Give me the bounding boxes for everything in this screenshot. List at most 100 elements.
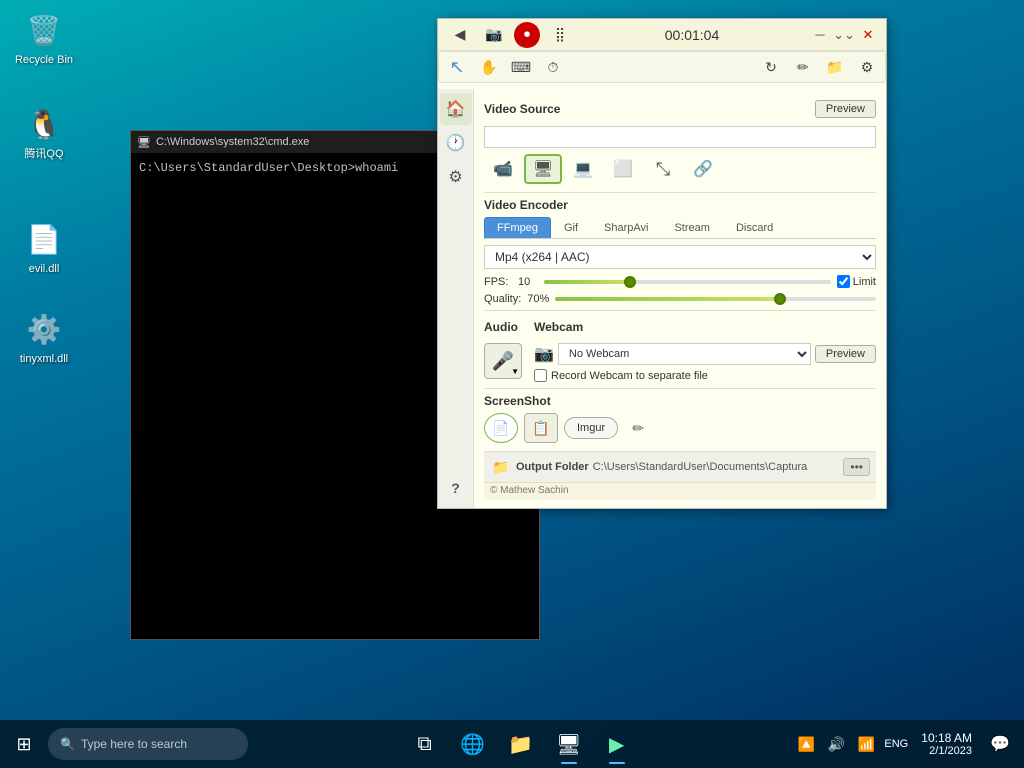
- back-btn[interactable]: ◀: [446, 22, 474, 48]
- quality-slider-row: Quality: 70%: [484, 293, 876, 305]
- pencil-btn[interactable]: ✏: [624, 414, 652, 442]
- captura-taskbar-btn[interactable]: ▶: [595, 722, 639, 766]
- evil-dll-icon[interactable]: 📄 evil.dll: [4, 215, 84, 280]
- screenshot-doc-btn[interactable]: 📄: [484, 413, 518, 443]
- clock-date: 2/1/2023: [921, 745, 972, 757]
- codec-dropdown[interactable]: Mp4 (x264 | AAC): [484, 245, 876, 269]
- screenshot-toolbar-btn[interactable]: 📷: [480, 22, 508, 48]
- output-folder-row: 📁 Output Folder C:\Users\StandardUser\Do…: [484, 451, 876, 482]
- source-input[interactable]: Full Screen: [484, 126, 876, 148]
- settings-toolbar-btn[interactable]: ⣿: [546, 22, 574, 48]
- quality-slider-fill: [555, 297, 779, 301]
- keyboard-btn[interactable]: ⌨: [507, 54, 535, 80]
- limit-label: Limit: [853, 276, 876, 288]
- encoder-tabs: FFmpeg Gif SharpAvi Stream Discard: [484, 217, 876, 239]
- imgur-btn[interactable]: Imgur: [564, 417, 618, 439]
- captura-main: Video Source Preview Full Screen 📹 🖥 💻 ⬜…: [474, 89, 886, 508]
- task-view-btn[interactable]: ⧉: [403, 722, 447, 766]
- output-more-btn[interactable]: •••: [843, 458, 870, 476]
- volume-icon[interactable]: 🔊: [823, 722, 849, 766]
- timer-btn[interactable]: ⏱: [539, 54, 567, 80]
- cmd-title: C:\Windows\system32\cmd.exe: [156, 136, 309, 148]
- tab-sharpavi[interactable]: SharpAvi: [591, 217, 661, 238]
- webcam-dropdown[interactable]: No Webcam: [558, 343, 811, 365]
- minimize-btn[interactable]: ─: [810, 25, 830, 45]
- recycle-bin-icon[interactable]: 🗑️ Recycle Bin: [4, 6, 84, 71]
- webcam-preview-btn[interactable]: Preview: [815, 345, 876, 363]
- fps-slider-thumb[interactable]: [624, 276, 636, 288]
- divider-3: [484, 388, 876, 389]
- tab-gif[interactable]: Gif: [551, 217, 591, 238]
- source-window-btn[interactable]: ⬜: [604, 154, 642, 184]
- explorer-btn[interactable]: 📁: [499, 722, 543, 766]
- source-webcam-btn[interactable]: 📹: [484, 154, 522, 184]
- network-icon[interactable]: 📶: [853, 722, 879, 766]
- taskbar-right: 🔼 🔊 📶 ENG 10:18 AM 2/1/2023 💬: [793, 722, 1024, 766]
- audio-label: Audio: [484, 320, 522, 334]
- expand-btn[interactable]: ⌄⌄: [834, 25, 854, 45]
- sidebar-settings-btn[interactable]: ⚙: [440, 161, 472, 193]
- fps-slider-row: FPS: 10 Limit: [484, 275, 876, 288]
- tab-stream[interactable]: Stream: [661, 217, 722, 238]
- taskbar: ⊞ 🔍 ⧉ 🌐 📁 🖥 ▶ 🔼 🔊 📶 ENG 10:18 AM 2/1/202…: [0, 720, 1024, 768]
- search-input[interactable]: [81, 737, 231, 751]
- tinyxml-dll-icon[interactable]: ⚙️ tinyxml.dll: [4, 305, 84, 370]
- quality-value: 70%: [527, 293, 549, 305]
- edge-btn[interactable]: 🌐: [451, 722, 495, 766]
- video-preview-btn[interactable]: Preview: [815, 100, 876, 118]
- clock-time: 10:18 AM: [921, 731, 972, 745]
- source-region-btn[interactable]: ⤡: [644, 154, 682, 184]
- tencent-qq-icon[interactable]: 🐧 腾讯QQ: [4, 100, 84, 165]
- sidebar-home-btn[interactable]: 🏠: [440, 93, 472, 125]
- hand-btn[interactable]: ✋: [475, 54, 503, 80]
- source-monitor-btn[interactable]: 🖥: [524, 154, 562, 184]
- close-btn[interactable]: ✕: [858, 25, 878, 45]
- source-chain-btn[interactable]: 🔗: [684, 154, 722, 184]
- webcam-separate-label: Record Webcam to separate file: [551, 370, 708, 382]
- sidebar-history-btn[interactable]: 🕐: [440, 127, 472, 159]
- webcam-separate-checkbox[interactable]: [534, 369, 547, 382]
- rotate-btn[interactable]: ↻: [757, 54, 785, 80]
- webcam-icon: 📷: [534, 344, 554, 364]
- second-toolbar: ↖ ✋ ⌨ ⏱ ↻ ✏ 📁 ⚙: [438, 51, 886, 83]
- source-icons-row: 📹 🖥 💻 ⬜ ⤡ 🔗: [484, 154, 876, 184]
- webcam-section: Webcam 📷 No Webcam Preview Record Webcam…: [534, 315, 876, 382]
- fps-slider[interactable]: [544, 280, 831, 284]
- taskbar-apps: ⧉ 🌐 📁 🖥 ▶: [248, 722, 793, 766]
- webcam-label: Webcam: [534, 320, 876, 334]
- tab-ffmpeg[interactable]: FFmpeg: [484, 217, 551, 238]
- cmd-taskbar-btn[interactable]: 🖥: [547, 722, 591, 766]
- start-button[interactable]: ⊞: [0, 720, 48, 768]
- screenshot-label: ScreenShot: [484, 394, 876, 408]
- source-laptop-btn[interactable]: 💻: [564, 154, 602, 184]
- video-source-label: Video Source: [484, 102, 560, 116]
- output-folder-path: C:\Users\StandardUser\Documents\Captura: [593, 461, 840, 473]
- captura-window: ◀ 📷 ⏺ ⣿ 00:01:04 ─ ⌄⌄ ✕ ↖ ✋ ⌨ ⏱ ↻ ✏ 📁 ⚙: [437, 18, 887, 509]
- taskbar-clock[interactable]: 10:18 AM 2/1/2023: [913, 731, 980, 757]
- language-icon[interactable]: ENG: [883, 722, 909, 766]
- fps-slider-fill: [544, 280, 630, 284]
- taskbar-search-box[interactable]: 🔍: [48, 728, 248, 760]
- output-folder-label: Output Folder: [516, 461, 589, 473]
- record-btn[interactable]: ⏺: [514, 22, 540, 48]
- notification-btn[interactable]: 💬: [984, 722, 1016, 766]
- audio-dropdown-arrow: ▼: [511, 367, 519, 376]
- pen-btn[interactable]: ✏: [789, 54, 817, 80]
- cursor-btn[interactable]: ↖: [443, 54, 471, 80]
- show-hidden-icons-btn[interactable]: 🔼: [793, 722, 819, 766]
- quality-slider[interactable]: [555, 297, 876, 301]
- desktop: 🗑️ Recycle Bin 🐧 腾讯QQ 📄 evil.dll ⚙️ tiny…: [0, 0, 1024, 720]
- tab-discard[interactable]: Discard: [723, 217, 786, 238]
- output-folder-icon: 📁: [490, 456, 512, 478]
- limit-check: Limit: [837, 275, 876, 288]
- screenshot-clipboard-btn[interactable]: 📋: [524, 413, 558, 443]
- av-row: Audio 🎤 ▼ Webcam 📷 No Webcam: [484, 315, 876, 382]
- audio-mic-btn[interactable]: 🎤 ▼: [484, 343, 522, 379]
- quality-label: Quality:: [484, 293, 521, 305]
- folder-toolbar-btn[interactable]: 📁: [821, 54, 849, 80]
- gear-toolbar-btn[interactable]: ⚙: [853, 54, 881, 80]
- quality-slider-thumb[interactable]: [774, 293, 786, 305]
- limit-checkbox[interactable]: [837, 275, 850, 288]
- sidebar-help-btn[interactable]: ?: [440, 472, 472, 504]
- timer-display: 00:01:04: [574, 27, 810, 43]
